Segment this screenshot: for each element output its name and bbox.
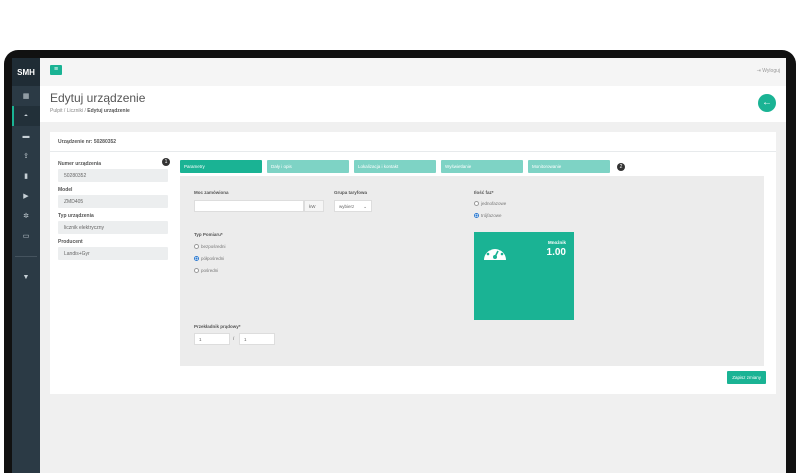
multiplier-value: 1.00	[546, 247, 566, 258]
arrow-left-icon: ←	[762, 97, 772, 108]
power-input[interactable]	[194, 200, 304, 212]
gauge-icon	[484, 245, 506, 260]
radio-button-selected	[474, 213, 479, 218]
measure-label: Typ Pomiaru*	[194, 232, 223, 237]
sidebar-item-filter[interactable]: ▼	[12, 267, 40, 287]
tab-wyswietlanie[interactable]: Wyświetlanie	[441, 160, 523, 173]
sidebar-item-folders[interactable]: ▬	[12, 126, 40, 146]
sidebar-divider	[15, 256, 37, 257]
field-value-number: 50280352	[58, 169, 168, 182]
sidebar-item-upload[interactable]: ⇪	[12, 146, 40, 166]
database-icon: ▮	[24, 173, 28, 180]
topbar: ≡ ⇥ Wyloguj	[40, 58, 786, 86]
breadcrumb-item-pulpit[interactable]: Pulpit	[50, 108, 63, 114]
breadcrumb: Pulpit / Liczniki / Edytuj urządzenie	[50, 108, 130, 114]
phases-option-three[interactable]: trójfazowe	[474, 213, 502, 218]
monitor-icon: ▭	[22, 233, 30, 240]
measure-option-indirect[interactable]: pośredni	[194, 268, 218, 273]
field-label-producer: Producent	[58, 239, 83, 245]
logout-link[interactable]: ⇥ Wyloguj	[757, 68, 780, 74]
radio-button	[194, 244, 199, 249]
sidebar-item-video[interactable]: ▶	[12, 186, 40, 206]
app-screen: SMH ▦ ◓ ▬ ⇪ ▮ ▶ ✲ ▭ ▼ ≡ ⇥ Wyloguj Edytuj…	[12, 58, 786, 473]
logout-label: Wyloguj	[762, 68, 780, 74]
power-label: Moc zamówiona	[194, 190, 229, 195]
gauge-icon: ◓	[23, 112, 29, 120]
sidebar-item-database[interactable]: ▮	[12, 166, 40, 186]
measure-option-direct[interactable]: bezpośredni	[194, 244, 226, 249]
page-header: Edytuj urządzenie Pulpit / Liczniki / Ed…	[40, 86, 786, 122]
sidebar-item-grid[interactable]: ▦	[12, 86, 40, 106]
tariff-selected: wybierz	[339, 204, 355, 209]
sidebar-item-monitor[interactable]: ▭	[12, 226, 40, 246]
grid-icon: ▦	[22, 93, 30, 100]
tabs-help-badge: 2	[617, 163, 625, 171]
page-title: Edytuj urządzenie	[50, 91, 146, 105]
radio-button-selected	[194, 256, 199, 261]
save-button[interactable]: Zapisz zmiany	[727, 371, 766, 384]
tab-opis[interactable]: Dały i opis	[267, 160, 349, 173]
tab-content-parametry: Moc zamówiona kW Grupa taryfowa wybierz …	[180, 176, 764, 366]
info-badge: 1	[162, 158, 170, 166]
tab-lokalizacja[interactable]: Lokalizacja i kontakt	[354, 160, 436, 173]
filter-icon: ▼	[22, 273, 30, 281]
gear-icon: ✲	[23, 213, 29, 220]
phases-label: Ilość faz*	[474, 190, 494, 195]
ct-numerator-input[interactable]: 1	[194, 333, 230, 345]
sidebar-item-dashboard[interactable]: ◓	[12, 106, 40, 126]
field-value-producer: Landis+Gyr	[58, 247, 168, 260]
ct-separator: /	[233, 336, 235, 341]
radio-button	[194, 268, 199, 273]
field-label-number: Numer urządzenia	[58, 161, 102, 167]
field-value-type: licznik elektryczny	[58, 221, 168, 234]
ct-label: Przekładnik prądowy*	[194, 324, 241, 329]
panel-heading: Urządzenie nr: 50280352	[50, 132, 776, 152]
power-unit: kW	[304, 200, 324, 212]
ct-denominator-input[interactable]: 1	[239, 333, 275, 345]
field-label-type: Typ urządzenia	[58, 213, 94, 219]
breadcrumb-item-liczniki[interactable]: Liczniki	[67, 108, 83, 114]
sidebar-item-settings[interactable]: ✲	[12, 206, 40, 226]
breadcrumb-item-current: Edytuj urządzenie	[87, 108, 130, 114]
tab-parametry[interactable]: Parametry	[180, 160, 262, 173]
field-value-model: ZMD405	[58, 195, 168, 208]
device-panel: Urządzenie nr: 50280352 1 Numer urządzen…	[50, 132, 776, 394]
menu-toggle-button[interactable]: ≡	[50, 65, 62, 75]
sidebar: SMH ▦ ◓ ▬ ⇪ ▮ ▶ ✲ ▭ ▼	[12, 58, 40, 473]
chevron-down-icon: ⌄	[363, 204, 367, 209]
tab-monitorowanie[interactable]: Monitorowanie	[528, 160, 610, 173]
tariff-label: Grupa taryfowa	[334, 190, 368, 195]
app-logo: SMH	[12, 58, 40, 86]
back-button[interactable]: ←	[758, 94, 776, 112]
video-icon: ▶	[23, 193, 29, 200]
device-info: 1 Numer urządzenia 50280352 Model ZMD405…	[58, 156, 174, 260]
folder-icon: ▬	[22, 132, 30, 140]
multiplier-label: Mnożnik	[548, 240, 566, 245]
radio-button	[474, 201, 479, 206]
measure-option-semi[interactable]: półpośredni	[194, 256, 224, 261]
multiplier-tile: Mnożnik 1.00	[474, 232, 574, 320]
tariff-select[interactable]: wybierz ⌄	[334, 200, 372, 212]
field-label-model: Model	[58, 187, 73, 193]
phases-option-single[interactable]: jednofazowe	[474, 201, 506, 206]
upload-icon: ⇪	[23, 153, 29, 160]
